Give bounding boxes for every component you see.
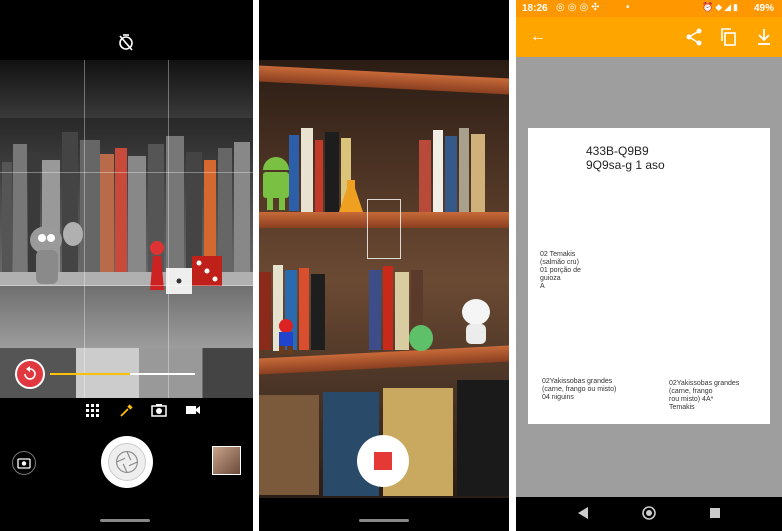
flask-figure (339, 180, 363, 212)
order-line: 02 Temakis (540, 251, 576, 258)
download-icon[interactable] (754, 27, 774, 47)
aperture-icon (108, 443, 146, 481)
home-indicator[interactable] (100, 519, 150, 522)
order-line: 01 porção de (540, 267, 581, 274)
home-indicator[interactable] (359, 519, 409, 522)
reset-icon (24, 366, 36, 380)
reset-button[interactable] (15, 359, 45, 389)
nav-home-icon[interactable] (642, 506, 656, 520)
document-panel: 18:26 ◎◎◎✣ • ⏰◆◢▮ 49% ← 433B-Q9B9 9Q9sa-… (516, 0, 782, 531)
order-block-3: 02Yakissobas grandes (carne, frango rou … (669, 380, 739, 412)
camera-icon[interactable] (151, 402, 167, 418)
document-title: 433B-Q9B9 9Q9sa-g 1 aso (586, 144, 665, 172)
video-panel (259, 0, 509, 531)
document-page[interactable]: 433B-Q9B9 9Q9sa-g 1 aso 02 Temakis (salm… (528, 128, 770, 424)
order-line: (carne, frango (669, 388, 713, 395)
stop-icon (374, 452, 392, 470)
title-line: 9Q9sa-g 1 aso (586, 158, 665, 172)
copy-icon[interactable] (718, 27, 738, 47)
order-block-1: 02 Temakis (salmão cru) 01 porção de gui… (540, 251, 581, 291)
order-line: (salmão cru) (540, 259, 579, 266)
grid-line-horizontal (0, 285, 253, 286)
green-figure (409, 325, 433, 351)
back-arrow-icon[interactable]: ← (528, 27, 548, 47)
order-line: guioza (540, 275, 561, 282)
share-icon[interactable] (684, 27, 704, 47)
battery-percent: 49% (754, 3, 775, 14)
video-icon[interactable] (185, 402, 201, 418)
android-figure (263, 157, 289, 210)
dice (166, 256, 222, 294)
order-line: 02Yakissobas grandes (669, 380, 740, 387)
order-line: rou misto) 4A* (669, 396, 714, 403)
notification-icons: ◎◎◎✣ (556, 2, 603, 13)
focus-frame (367, 199, 401, 259)
grid-icon[interactable] (84, 402, 100, 418)
system-icons: ⏰◆◢▮ (702, 2, 741, 12)
camera-flip-icon (17, 458, 31, 469)
title-line: 433B-Q9B9 (586, 144, 649, 158)
grid-line-horizontal (0, 172, 253, 173)
order-line: (carne, frango ou misto) (542, 386, 617, 393)
shelf-shadow (0, 60, 253, 118)
eyedropper-icon[interactable] (119, 402, 135, 418)
order-line: A (540, 283, 545, 290)
status-time: 18:26 (522, 3, 548, 14)
nav-back-icon[interactable] (576, 506, 590, 520)
status-bar: 18:26 ◎◎◎✣ • ⏰◆◢▮ 49% (516, 0, 782, 17)
exposure-slider-fill (50, 373, 130, 375)
order-block-2: 02Yakissobas grandes (carne, frango ou m… (542, 378, 616, 402)
order-line: Temakis (669, 404, 695, 411)
more-dot-icon: • (626, 2, 630, 13)
grid-line-vertical (84, 60, 85, 398)
order-line: 02Yakissobas grandes (542, 378, 613, 385)
grid-line-vertical (168, 60, 169, 398)
gallery-thumbnail[interactable] (212, 446, 241, 475)
camera-panel (0, 0, 253, 531)
nav-recents-icon[interactable] (708, 506, 722, 520)
toy-figure (30, 222, 83, 284)
mario-figure (279, 319, 293, 354)
camera-flip-button[interactable] (12, 451, 36, 475)
app-bar: ← (516, 17, 782, 57)
order-line: 04 niguins (542, 394, 574, 401)
white-figure (462, 299, 490, 344)
timer-off-icon[interactable] (117, 33, 135, 51)
